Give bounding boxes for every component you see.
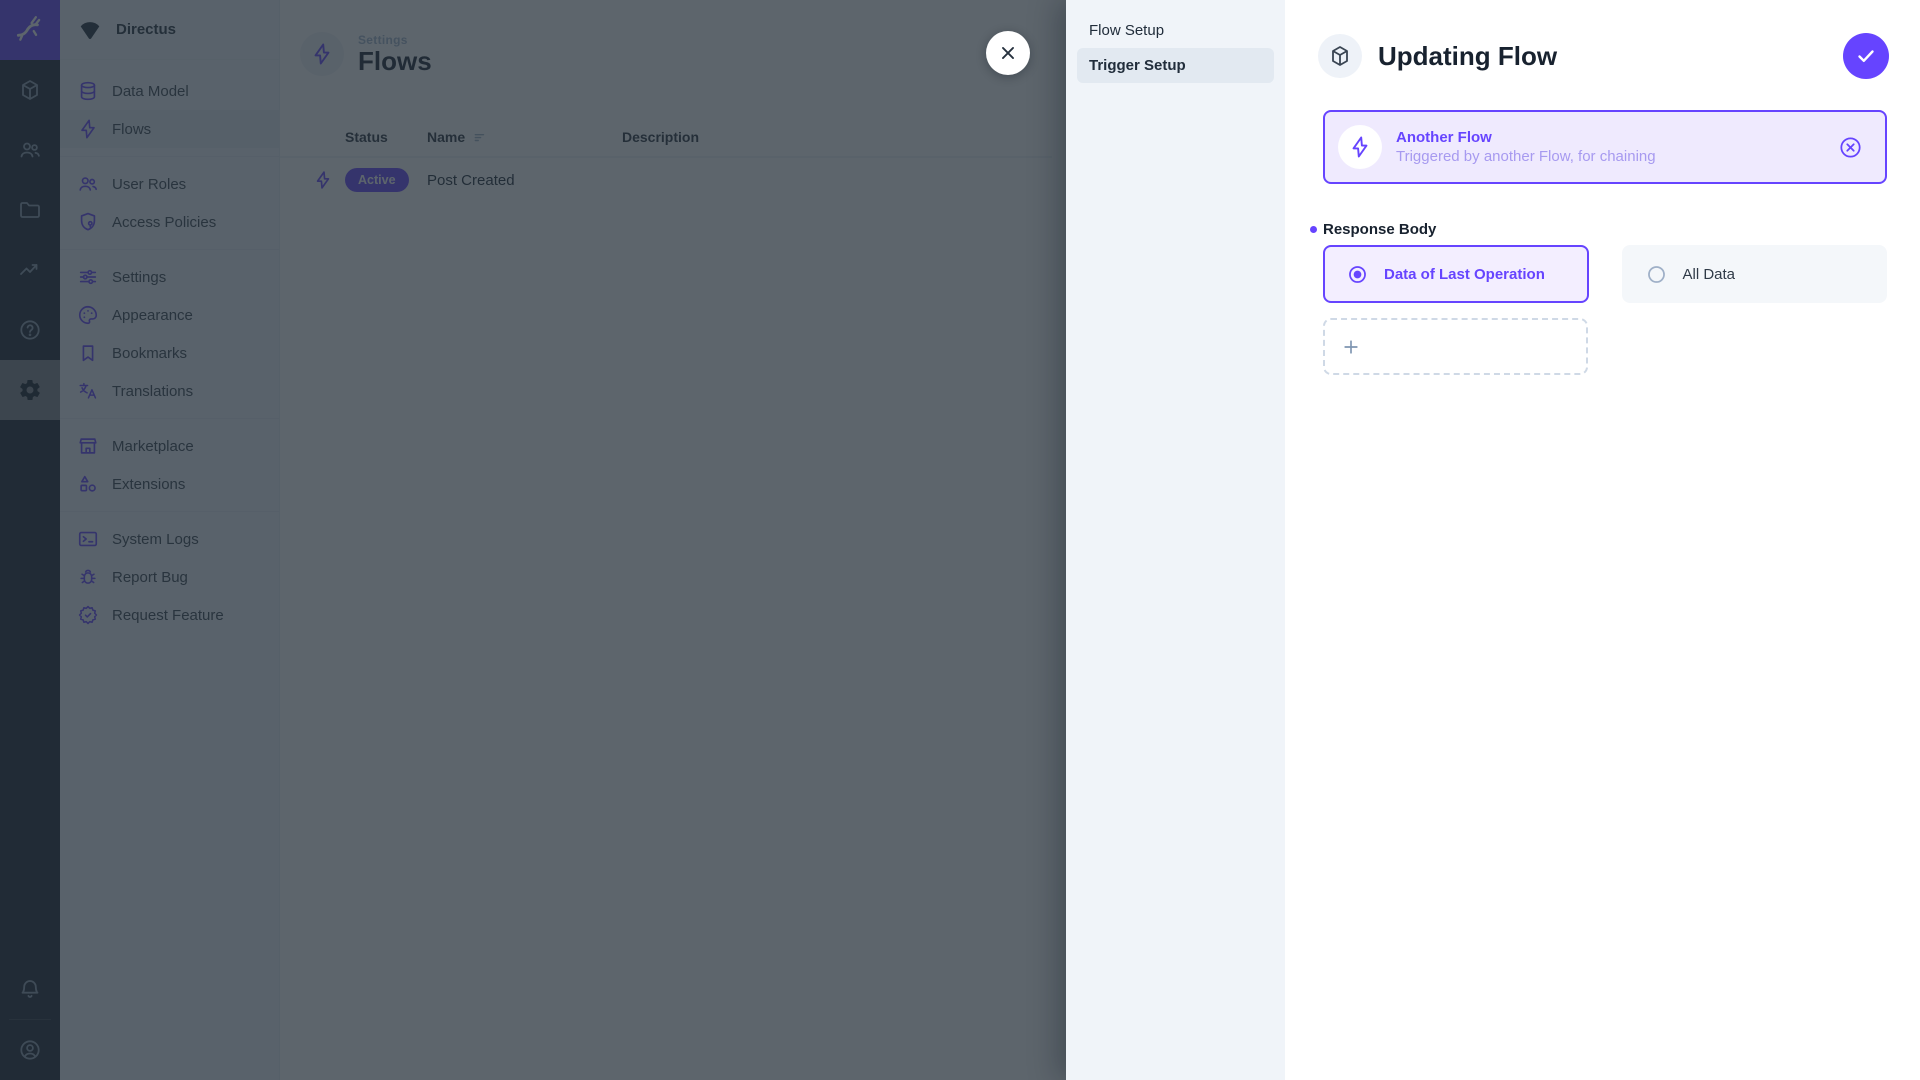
response-body-options: Data of Last Operation All Data [1323, 245, 1887, 303]
trigger-avatar [1338, 125, 1382, 169]
drawer-content: Updating Flow Another Flow Triggered by … [1285, 0, 1920, 1080]
other-option-button[interactable] [1323, 318, 1588, 375]
deselect-trigger-button[interactable] [1838, 135, 1863, 160]
option-label: Data of Last Operation [1384, 265, 1545, 283]
trigger-card-subtitle: Triggered by another Flow, for chaining [1396, 147, 1656, 165]
save-button[interactable] [1843, 33, 1889, 79]
check-icon [1854, 44, 1878, 68]
option-all-data[interactable]: All Data [1621, 245, 1887, 303]
close-icon [997, 42, 1019, 64]
cube-icon [1328, 44, 1352, 68]
drawer-title: Updating Flow [1378, 40, 1558, 71]
drawer-title-icon-circle [1318, 34, 1362, 78]
option-label: All Data [1682, 265, 1736, 283]
drawer-header: Updating Flow [1318, 33, 1889, 79]
drawer-nav-trigger-setup[interactable]: Trigger Setup [1077, 48, 1274, 83]
drawer-navigation: Flow Setup Trigger Setup [1066, 0, 1285, 1080]
option-data-of-last-operation[interactable]: Data of Last Operation [1323, 245, 1589, 303]
radio-unselected-icon [1646, 264, 1667, 285]
drawer-nav-flow-setup[interactable]: Flow Setup [1077, 13, 1274, 48]
plus-icon [1341, 337, 1361, 357]
selected-trigger-card: Another Flow Triggered by another Flow, … [1323, 110, 1887, 184]
circle-x-icon [1838, 135, 1863, 160]
trigger-card-title: Another Flow [1396, 128, 1492, 146]
updating-flow-drawer: Flow Setup Trigger Setup Updating Flow A… [1066, 0, 1920, 1080]
bolt-icon [1348, 135, 1372, 159]
directus-app: Directus Data Model Flows User Roles Acc… [0, 0, 1920, 1080]
radio-selected-icon [1347, 264, 1368, 285]
close-drawer-button[interactable] [986, 31, 1030, 75]
trigger-card-text: Another Flow Triggered by another Flow, … [1396, 128, 1656, 167]
response-body-label: Response Body [1309, 221, 1437, 238]
